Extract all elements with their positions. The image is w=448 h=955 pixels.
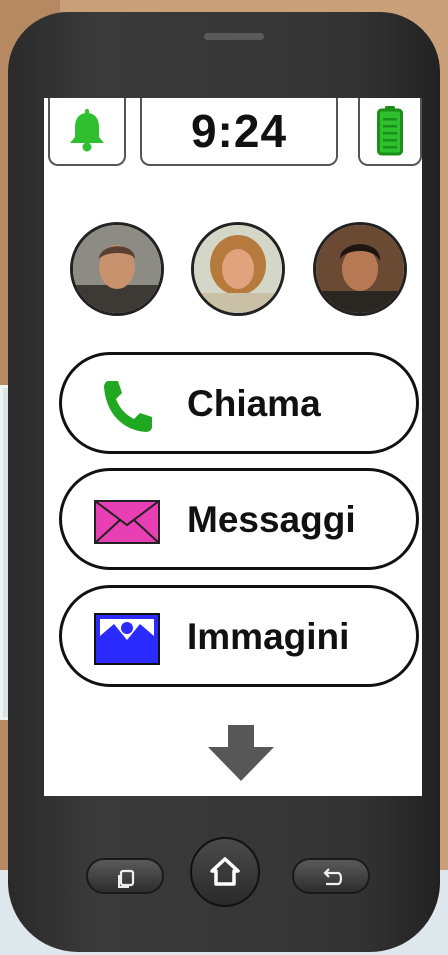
pictures-label: Immagini	[187, 616, 350, 657]
earpiece-speaker	[204, 33, 264, 40]
notifications-tab[interactable]	[48, 98, 126, 166]
home-icon	[210, 857, 240, 886]
messages-button[interactable]: Messaggi	[59, 468, 419, 570]
arrow-down-icon[interactable]	[206, 723, 276, 783]
battery-icon	[377, 106, 403, 156]
battery-tab[interactable]	[358, 98, 422, 166]
phone-screen: 9:24 Chiama Messaggi Immagini	[44, 98, 422, 796]
picture-icon	[94, 613, 160, 665]
recent-apps-icon	[118, 869, 135, 888]
messages-label: Messaggi	[187, 499, 356, 540]
bell-icon	[70, 109, 104, 152]
status-bar: 9:24	[44, 98, 422, 168]
phone-icon	[104, 381, 152, 432]
pictures-button[interactable]: Immagini	[59, 585, 419, 687]
envelope-icon	[94, 500, 160, 544]
clock-tab[interactable]: 9:24	[140, 98, 338, 166]
contact-avatar-1[interactable]	[70, 222, 164, 316]
favorite-contacts	[44, 222, 422, 322]
contact-avatar-2[interactable]	[191, 222, 285, 316]
contact-avatar-3[interactable]	[313, 222, 407, 316]
phone-body: 9:24 Chiama Messaggi Immagini	[8, 12, 440, 952]
clock-time: 9:24	[190, 105, 288, 157]
recent-apps-button[interactable]	[86, 858, 164, 894]
back-button[interactable]	[292, 858, 370, 894]
call-label: Chiama	[187, 383, 321, 424]
home-button[interactable]	[190, 837, 260, 907]
back-icon	[323, 868, 343, 886]
call-button[interactable]: Chiama	[59, 352, 419, 454]
